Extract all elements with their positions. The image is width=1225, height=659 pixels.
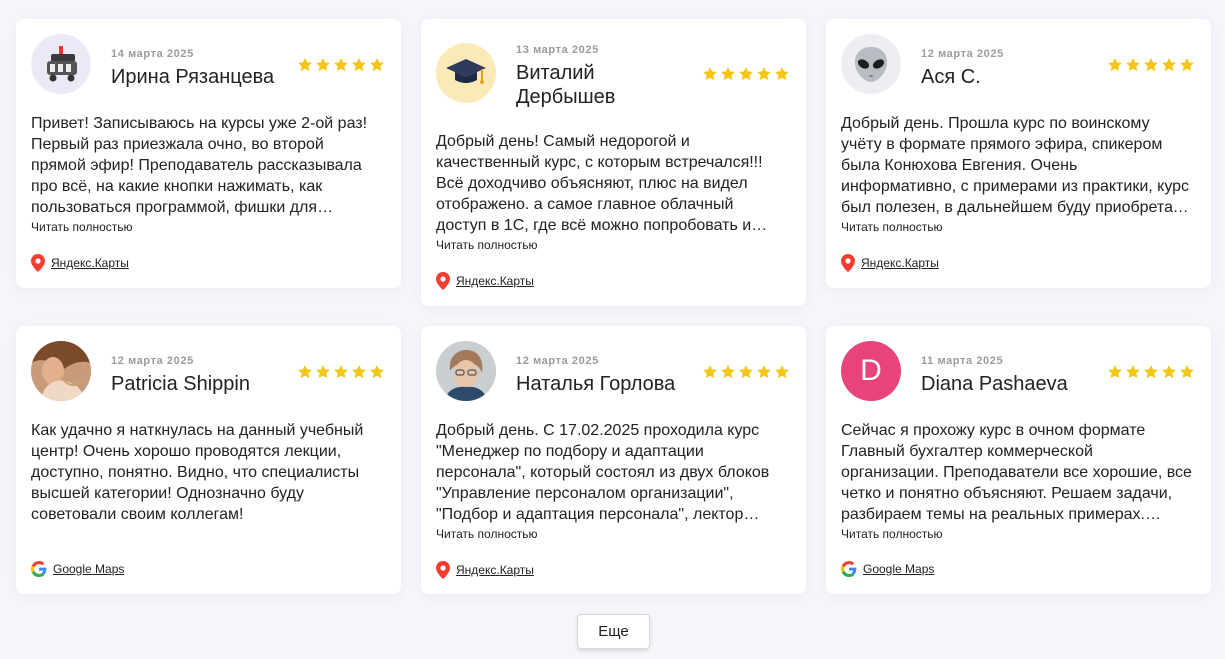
star-icon bbox=[775, 67, 789, 81]
review-text: Добрый день! Самый недорогой и качествен… bbox=[436, 133, 763, 234]
review-text: Привет! Записываюсь на курсы уже 2-ой ра… bbox=[31, 115, 368, 216]
star-icon bbox=[298, 58, 312, 72]
avatar bbox=[841, 34, 901, 94]
yandex-maps-pin-icon bbox=[436, 272, 450, 290]
review-card: 12 марта 2025 Patricia Shippin Как удачн… bbox=[16, 326, 401, 594]
rating-stars bbox=[702, 364, 790, 380]
star-icon bbox=[1144, 58, 1158, 72]
star-icon bbox=[703, 365, 717, 379]
rating-stars bbox=[297, 57, 385, 73]
star-icon bbox=[1108, 58, 1122, 72]
review-card: 13 марта 2025 Виталий Дербышев Добрый де… bbox=[421, 19, 806, 306]
star-icon bbox=[1180, 365, 1194, 379]
alien-icon bbox=[854, 47, 888, 82]
review-text: Добрый день. Прошла курс по воинскому уч… bbox=[841, 115, 1190, 216]
yandex-maps-pin-icon bbox=[841, 254, 855, 272]
source-label: Яндекс.Карты bbox=[456, 274, 534, 288]
review-date: 12 марта 2025 bbox=[516, 355, 599, 367]
star-icon bbox=[1144, 365, 1158, 379]
avatar bbox=[436, 43, 496, 103]
reviewer-name: Patricia Shippin bbox=[111, 373, 250, 395]
star-icon bbox=[739, 67, 753, 81]
star-icon bbox=[721, 67, 735, 81]
source-label: Google Maps bbox=[863, 562, 935, 576]
user-photo-avatar bbox=[31, 341, 91, 401]
review-card: 14 марта 2025 Ирина Рязанцева Привет! За… bbox=[16, 19, 401, 288]
review-date: 12 марта 2025 bbox=[111, 355, 194, 367]
review-date: 12 марта 2025 bbox=[921, 48, 1004, 60]
show-more-button[interactable]: Еще bbox=[577, 614, 650, 649]
reviewer-name: Ася С. bbox=[921, 66, 981, 88]
user-photo-avatar bbox=[436, 341, 496, 401]
rating-stars bbox=[702, 66, 790, 82]
yandex-maps-pin-icon bbox=[31, 254, 45, 272]
star-icon bbox=[316, 365, 330, 379]
star-icon bbox=[352, 58, 366, 72]
rating-stars bbox=[297, 364, 385, 380]
reviewer-name: Ирина Рязанцева bbox=[111, 66, 275, 88]
review-card: 12 марта 2025 Наталья Горлова Добрый ден… bbox=[421, 326, 806, 594]
star-icon bbox=[1126, 58, 1140, 72]
review-text: Как удачно я наткнулась на данный учебны… bbox=[31, 422, 364, 523]
star-icon bbox=[775, 365, 789, 379]
reviewer-name: Виталий Дербышев bbox=[516, 62, 616, 108]
reviewer-name: Diana Pashaeva bbox=[921, 373, 1068, 395]
source-link[interactable]: Яндекс.Карты bbox=[436, 272, 534, 290]
review-card: 12 марта 2025 Ася С. Добрый день. Прошла… bbox=[826, 19, 1211, 288]
source-label: Яндекс.Карты bbox=[861, 256, 939, 270]
graduation-cap-icon bbox=[446, 59, 486, 84]
avatar bbox=[31, 341, 91, 401]
source-link[interactable]: Яндекс.Карты bbox=[436, 561, 534, 579]
source-label: Яндекс.Карты bbox=[456, 563, 534, 577]
star-icon bbox=[334, 365, 348, 379]
source-label: Google Maps bbox=[53, 562, 125, 576]
avatar-letter: D bbox=[860, 354, 882, 387]
star-icon bbox=[370, 58, 384, 72]
avatar bbox=[436, 341, 496, 401]
star-icon bbox=[757, 365, 771, 379]
read-more-link[interactable]: Читать полностью bbox=[31, 220, 133, 234]
review-text: Сейчас я прохожу курс в очном формате Гл… bbox=[841, 422, 1192, 523]
star-icon bbox=[1108, 365, 1122, 379]
star-icon bbox=[1180, 58, 1194, 72]
review-date: 14 марта 2025 bbox=[111, 48, 194, 60]
source-link[interactable]: Google Maps bbox=[31, 561, 124, 577]
rating-stars bbox=[1107, 57, 1195, 73]
review-card: D 11 марта 2025 Diana Pashaeva Сейчас я … bbox=[826, 326, 1211, 594]
reviewer-name: Наталья Горлова bbox=[516, 373, 676, 395]
star-icon bbox=[316, 58, 330, 72]
review-date: 11 марта 2025 bbox=[921, 355, 1004, 367]
read-more-link[interactable]: Читать полностью bbox=[436, 527, 538, 541]
avatar bbox=[31, 34, 91, 94]
rating-stars bbox=[1107, 364, 1195, 380]
star-icon bbox=[739, 365, 753, 379]
star-icon bbox=[721, 365, 735, 379]
star-icon bbox=[370, 365, 384, 379]
star-icon bbox=[298, 365, 312, 379]
star-icon bbox=[703, 67, 717, 81]
read-more-link[interactable]: Читать полностью bbox=[841, 527, 943, 541]
star-icon bbox=[1162, 58, 1176, 72]
google-g-icon bbox=[841, 561, 857, 577]
source-link[interactable]: Яндекс.Карты bbox=[31, 254, 129, 272]
read-more-link[interactable]: Читать полностью bbox=[841, 220, 943, 234]
yandex-maps-pin-icon bbox=[436, 561, 450, 579]
source-link[interactable]: Яндекс.Карты bbox=[841, 254, 939, 272]
star-icon bbox=[334, 58, 348, 72]
star-icon bbox=[1126, 365, 1140, 379]
star-icon bbox=[1162, 365, 1176, 379]
source-link[interactable]: Google Maps bbox=[841, 561, 934, 577]
avatar: D bbox=[841, 341, 901, 401]
star-icon bbox=[352, 365, 366, 379]
review-text: Добрый день. С 17.02.2025 проходила курс… bbox=[436, 422, 770, 523]
star-icon bbox=[757, 67, 771, 81]
source-label: Яндекс.Карты bbox=[51, 256, 129, 270]
google-g-icon bbox=[31, 561, 47, 577]
review-date: 13 марта 2025 bbox=[516, 44, 599, 56]
read-more-link[interactable]: Читать полностью bbox=[436, 238, 538, 252]
robot-avatar-icon bbox=[47, 46, 77, 82]
